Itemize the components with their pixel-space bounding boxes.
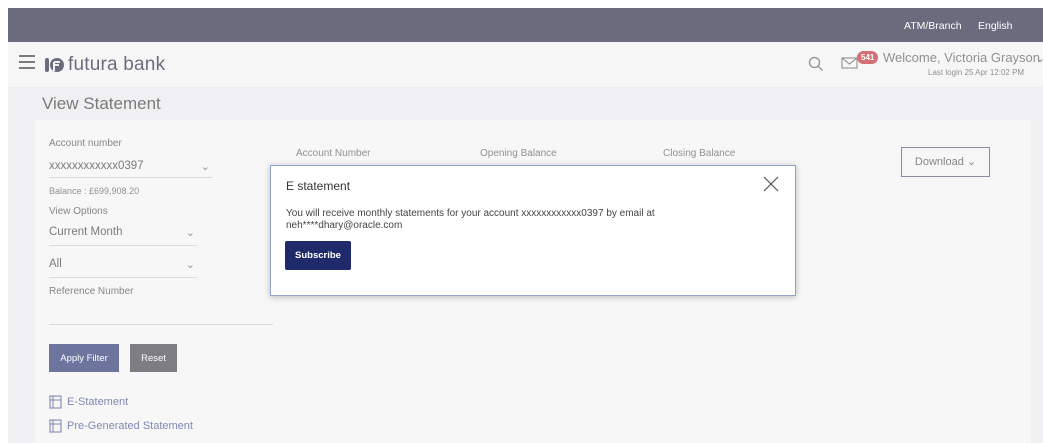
modal-title: E statement [286,179,351,193]
estatement-modal: E statement You will receive monthly sta… [270,165,796,296]
subscribe-button[interactable]: Subscribe [285,241,351,270]
modal-message: You will receive monthly statements for … [286,208,655,231]
close-icon[interactable] [761,174,781,194]
